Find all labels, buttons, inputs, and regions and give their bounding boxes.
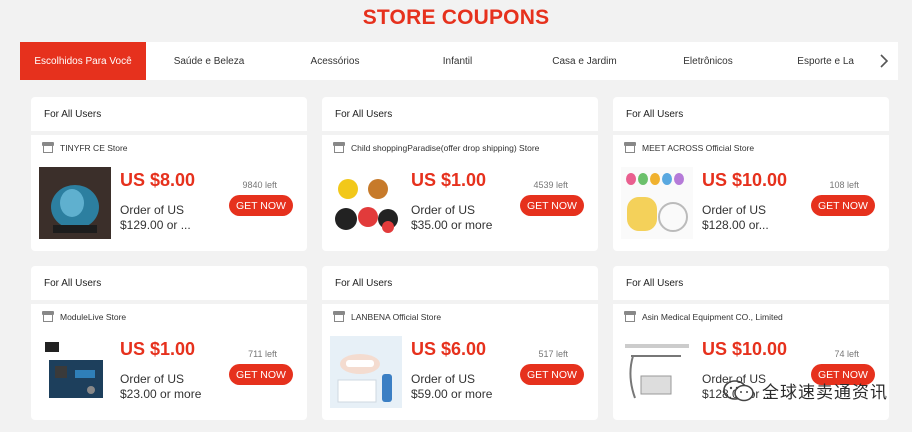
page-title: STORE COUPONS bbox=[362, 6, 550, 29]
product-image[interactable] bbox=[621, 336, 693, 408]
coupon-card: For All Users LANBENA Official Store US … bbox=[322, 266, 598, 420]
get-now-button[interactable]: GET NOW bbox=[229, 195, 293, 216]
get-now-button[interactable]: GET NOW bbox=[520, 364, 584, 385]
product-image[interactable] bbox=[621, 167, 693, 239]
store-name: Child shoppingParadise(offer drop shippi… bbox=[351, 142, 540, 153]
tab-escolhidos[interactable]: Escolhidos Para Você bbox=[20, 42, 146, 80]
coupons-remaining: 74 left bbox=[834, 349, 859, 359]
coupon-audience: For All Users bbox=[322, 266, 598, 300]
coupons-remaining: 711 left bbox=[248, 349, 277, 359]
tab-casa-jardim[interactable]: Casa e Jardim bbox=[517, 42, 652, 80]
coupon-card: For All Users Child shoppingParadise(off… bbox=[322, 97, 598, 251]
watermark-text: 全球速卖通资讯 bbox=[762, 383, 888, 402]
coupon-card: For All Users TINYFR CE Store US $8.00 O… bbox=[31, 97, 307, 251]
store-link[interactable]: MEET ACROSS Official Store bbox=[624, 142, 879, 153]
wechat-icon bbox=[723, 379, 754, 401]
coupon-amount: US $1.00 bbox=[120, 339, 196, 359]
get-now-button[interactable]: GET NOW bbox=[229, 364, 293, 385]
coupon-card: For All Users MEET ACROSS Official Store… bbox=[613, 97, 889, 251]
store-name: LANBENA Official Store bbox=[351, 311, 442, 322]
coupon-audience: For All Users bbox=[31, 266, 307, 300]
coupon-condition: Order of US $59.00 or more bbox=[411, 372, 493, 401]
tab-acessorios[interactable]: Acessórios bbox=[272, 42, 398, 80]
store-link[interactable]: ModuleLive Store bbox=[42, 311, 297, 322]
tab-saude-beleza[interactable]: Saúde e Beleza bbox=[146, 42, 272, 80]
chevron-right-icon[interactable] bbox=[870, 42, 898, 80]
coupon-condition: Order of US $129.00 or ... bbox=[120, 203, 191, 232]
product-image[interactable] bbox=[39, 336, 111, 408]
coupon-amount: US $10.00 bbox=[702, 170, 788, 190]
product-image[interactable] bbox=[39, 167, 111, 239]
coupons-remaining: 4539 left bbox=[533, 180, 568, 190]
coupons-remaining: 9840 left bbox=[242, 180, 277, 190]
store-link[interactable]: LANBENA Official Store bbox=[333, 311, 588, 322]
product-image[interactable] bbox=[330, 167, 402, 239]
watermark: 全球速卖通资讯 bbox=[722, 378, 888, 403]
coupon-amount: US $6.00 bbox=[411, 339, 487, 359]
store-link[interactable]: TINYFR CE Store bbox=[42, 142, 297, 153]
coupon-condition: Order of US $23.00 or more bbox=[120, 372, 202, 401]
coupon-amount: US $1.00 bbox=[411, 170, 487, 190]
coupon-card: For All Users ModuleLive Store US $1.00 … bbox=[31, 266, 307, 420]
store-icon bbox=[333, 311, 345, 322]
tab-eletronicos[interactable]: Eletrônicos bbox=[652, 42, 764, 80]
store-icon bbox=[42, 311, 54, 322]
tab-esporte[interactable]: Esporte e La bbox=[764, 42, 854, 80]
coupon-condition: Order of US $128.00 or... bbox=[702, 203, 769, 232]
coupon-condition: Order of US $35.00 or more bbox=[411, 203, 493, 232]
store-link[interactable]: Asin Medical Equipment CO., Limited bbox=[624, 311, 879, 322]
get-now-button[interactable]: GET NOW bbox=[520, 195, 584, 216]
store-link[interactable]: Child shoppingParadise(offer drop shippi… bbox=[333, 142, 588, 153]
store-icon bbox=[42, 142, 54, 153]
category-tab-bar: Escolhidos Para Você Saúde e Beleza Aces… bbox=[20, 42, 898, 80]
coupon-audience: For All Users bbox=[31, 97, 307, 131]
coupon-amount: US $10.00 bbox=[702, 339, 788, 359]
coupon-audience: For All Users bbox=[613, 97, 889, 131]
store-name: MEET ACROSS Official Store bbox=[642, 142, 755, 153]
store-name: ModuleLive Store bbox=[60, 311, 127, 322]
get-now-button[interactable]: GET NOW bbox=[811, 195, 875, 216]
coupon-audience: For All Users bbox=[322, 97, 598, 131]
coupons-remaining: 517 left bbox=[538, 349, 568, 359]
coupon-amount: US $8.00 bbox=[120, 170, 196, 190]
store-icon bbox=[333, 142, 345, 153]
coupon-audience: For All Users bbox=[613, 266, 889, 300]
store-name: TINYFR CE Store bbox=[60, 142, 128, 153]
product-image[interactable] bbox=[330, 336, 402, 408]
coupons-remaining: 108 left bbox=[829, 180, 859, 190]
store-icon bbox=[624, 142, 636, 153]
store-icon bbox=[624, 311, 636, 322]
store-name: Asin Medical Equipment CO., Limited bbox=[642, 311, 783, 322]
tab-infantil[interactable]: Infantil bbox=[398, 42, 517, 80]
